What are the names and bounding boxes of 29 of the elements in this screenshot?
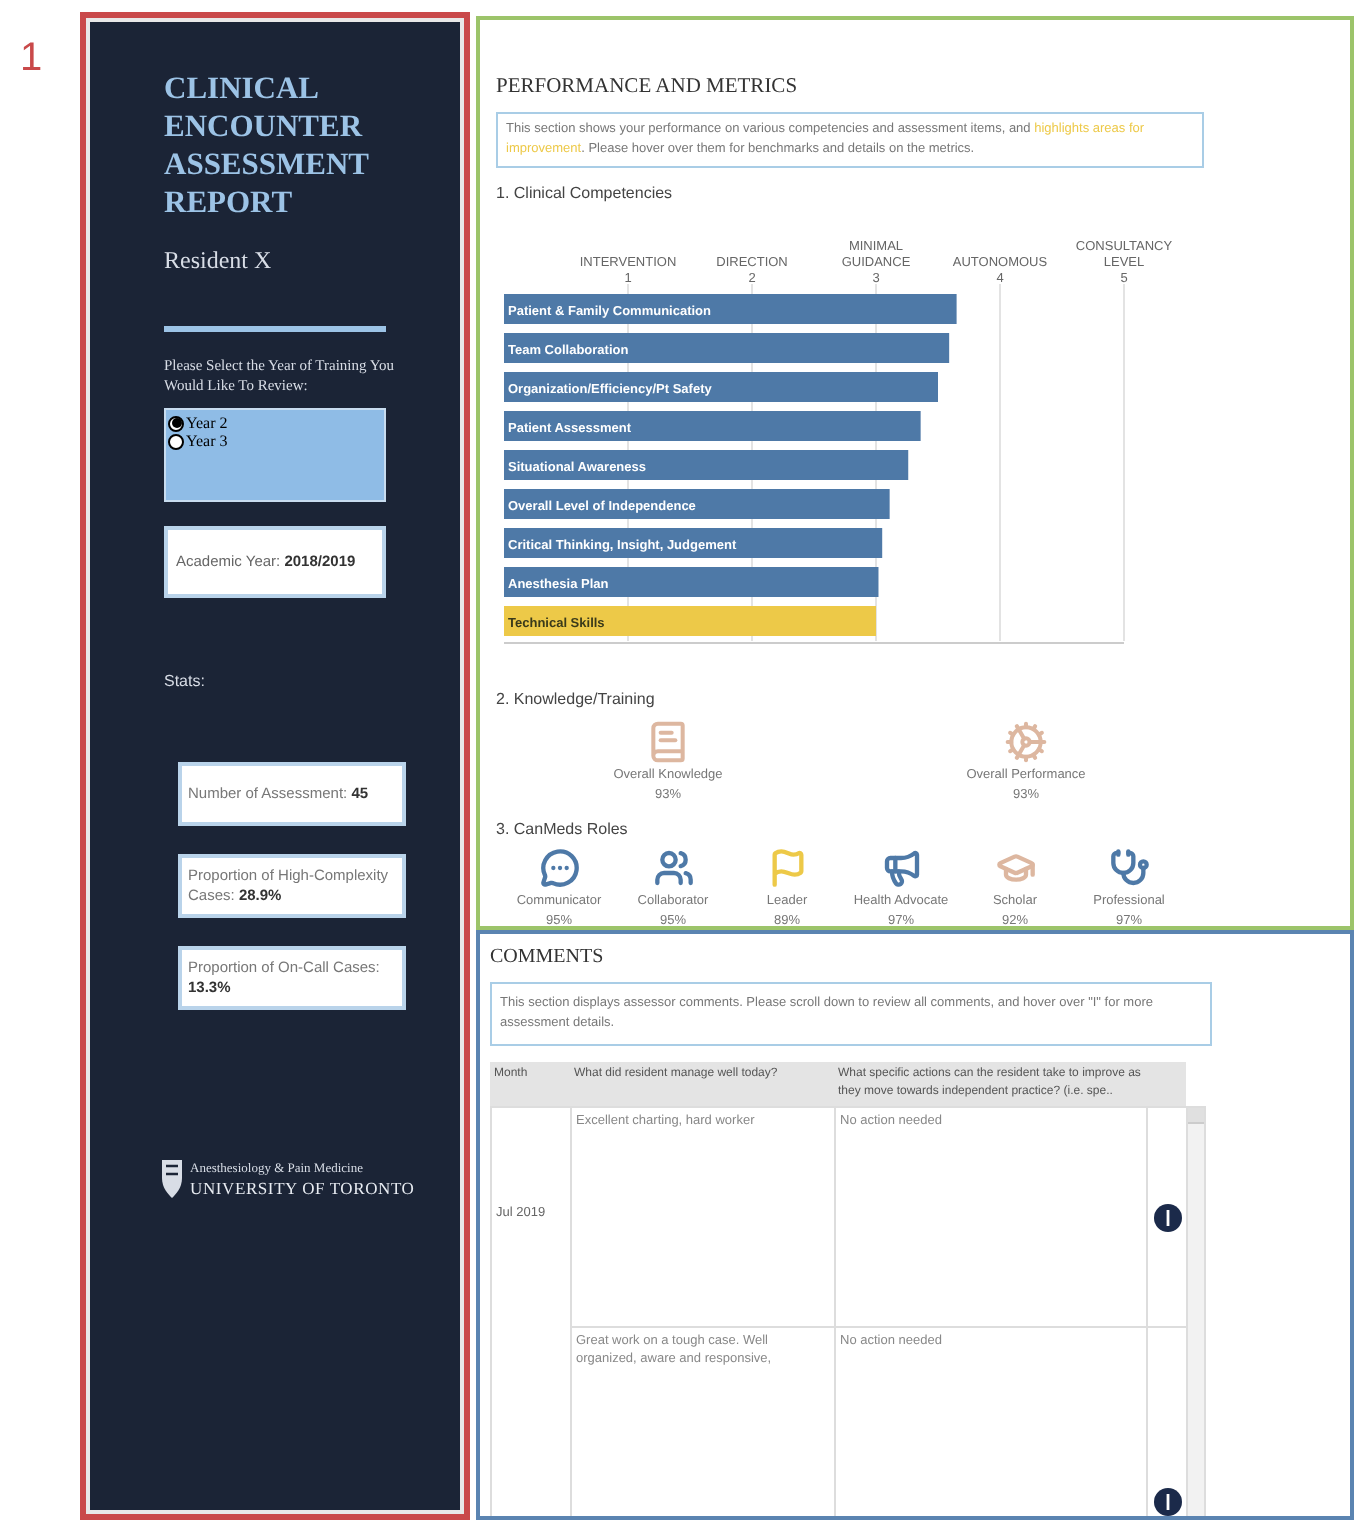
bar[interactable] <box>504 566 879 597</box>
radio-button[interactable] <box>168 415 184 431</box>
info-icon[interactable] <box>1153 1488 1181 1516</box>
bar[interactable] <box>504 410 921 441</box>
info-icon[interactable] <box>1153 1203 1181 1231</box>
bar[interactable] <box>504 605 876 636</box>
bar[interactable] <box>504 527 883 558</box>
section-title: PERFORMANCE AND METRICS <box>496 74 800 102</box>
resident-name: Resident X <box>164 244 274 278</box>
year-option[interactable]: Year 2 <box>186 414 228 432</box>
bar[interactable] <box>504 449 909 480</box>
gear-icon <box>1004 720 1048 765</box>
subsection-heading: 1. Clinical Competencies <box>496 181 675 206</box>
bar[interactable] <box>504 488 890 519</box>
bar[interactable] <box>504 371 938 402</box>
subsection-heading: 3. CanMeds Roles <box>496 817 630 842</box>
figure-number: 1 <box>20 36 43 80</box>
report-title: CLINICAL ENCOUNTER ASSESSMENT REPORT <box>164 70 371 222</box>
scrollbar[interactable] <box>1186 1108 1204 1516</box>
subsection-heading: 2. Knowledge/Training <box>496 688 657 713</box>
section-title: COMMENTS <box>490 944 606 972</box>
crest-icon <box>160 1158 184 1202</box>
book-icon <box>646 720 690 765</box>
radio-button[interactable] <box>168 433 184 449</box>
stats-heading: Stats: <box>164 670 207 694</box>
bar[interactable] <box>504 332 950 363</box>
university-name: UNIVERSITY OF TORONTO <box>190 1178 415 1198</box>
year-option[interactable]: Year 3 <box>186 432 228 450</box>
bar[interactable] <box>504 293 957 324</box>
